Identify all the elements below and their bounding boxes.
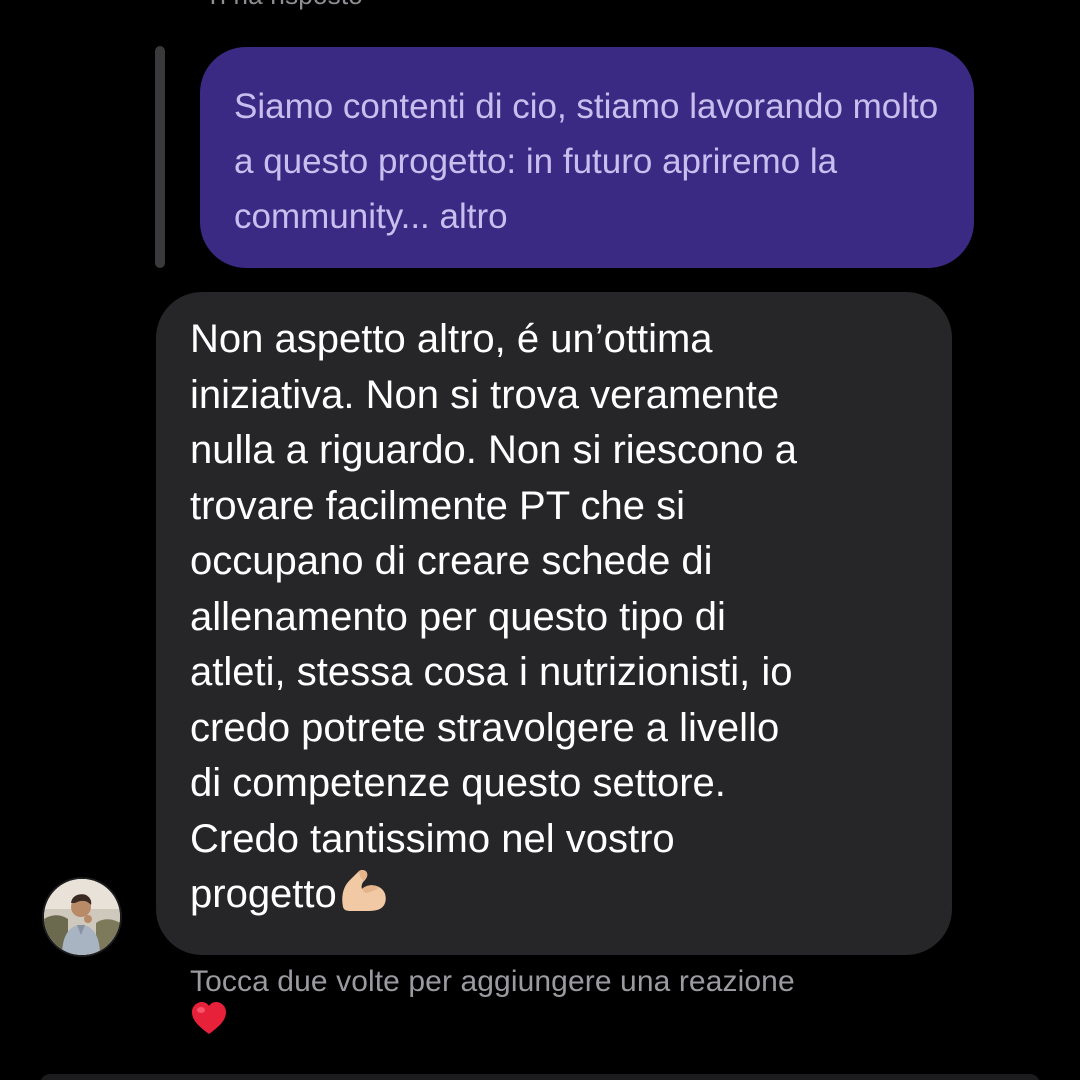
reply-header: Ti ha risposto <box>205 0 363 11</box>
message-composer[interactable] <box>40 1074 1040 1080</box>
heart-icon[interactable] <box>190 1000 228 1036</box>
profile-photo-icon <box>44 879 120 955</box>
chat-screen: Ti ha risposto Siamo contenti di cio, st… <box>0 0 1080 1080</box>
avatar[interactable] <box>44 879 120 955</box>
message-text: Non aspetto altro, é un’ottima iniziativ… <box>190 312 932 923</box>
reaction-hint: Tocca due volte per aggiungere una reazi… <box>190 965 795 998</box>
message-body: Non aspetto altro, é un’ottima iniziativ… <box>190 317 798 916</box>
quoted-message-bubble[interactable]: Siamo contenti di cio, stiamo lavorando … <box>200 47 974 268</box>
message-bubble[interactable]: Non aspetto altro, é un’ottima iniziativ… <box>156 292 952 955</box>
reply-indicator-bar <box>155 46 165 268</box>
flexed-biceps-icon <box>342 869 386 911</box>
quoted-message-text: Siamo contenti di cio, stiamo lavorando … <box>234 87 939 236</box>
